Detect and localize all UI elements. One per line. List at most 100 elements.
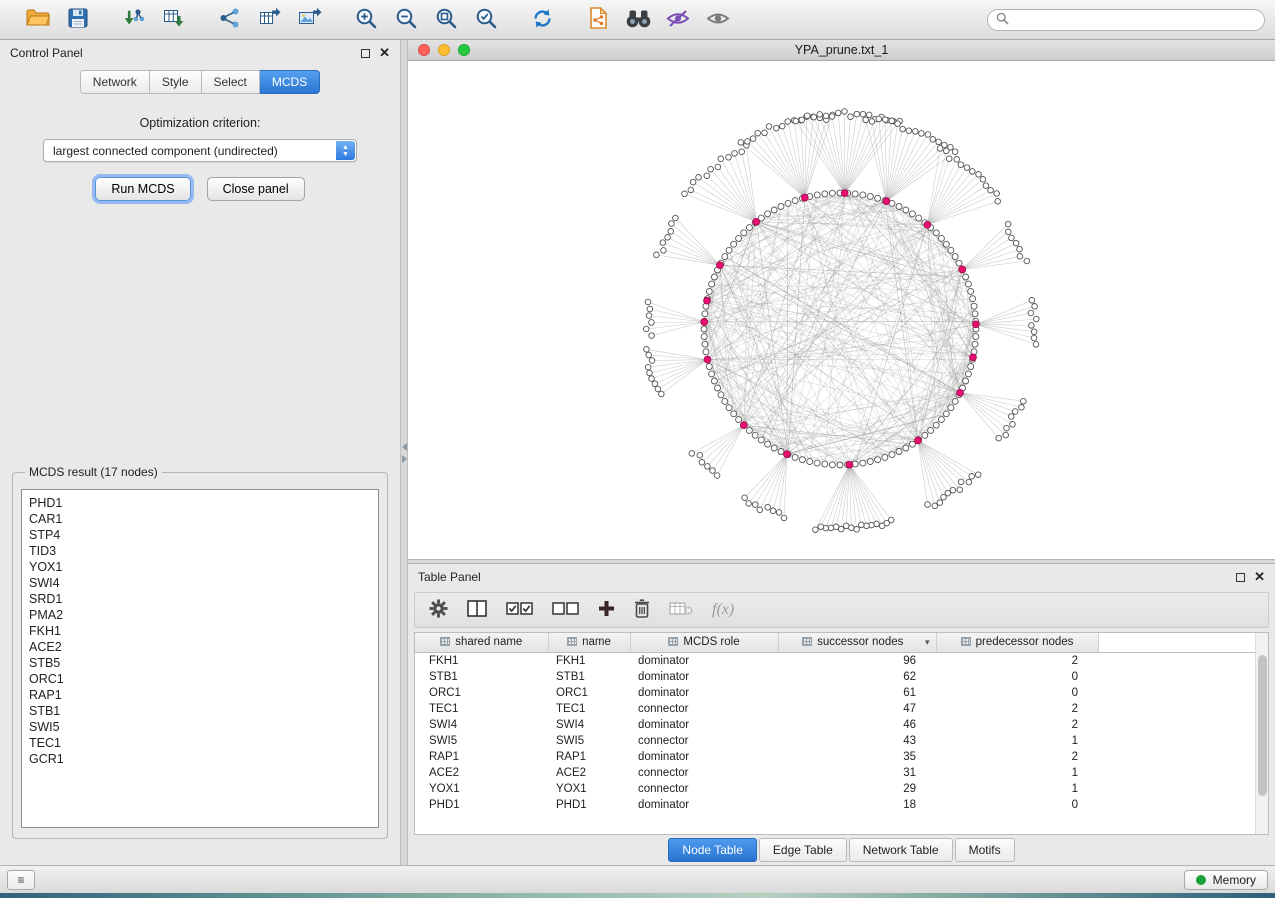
network-window-titlebar[interactable]: YPA_prune.txt_1	[408, 40, 1275, 61]
add-row-button[interactable]	[598, 600, 615, 620]
mcds-result-item[interactable]: RAP1	[29, 687, 371, 703]
column-header-spacer	[1098, 633, 1268, 652]
mcds-result-item[interactable]: SRD1	[29, 591, 371, 607]
open-session-button[interactable]	[22, 5, 54, 35]
run-mcds-button[interactable]: Run MCDS	[95, 177, 190, 201]
table-row[interactable]: RAP1RAP1dominator352	[415, 749, 1268, 765]
hide-graphics-details-button[interactable]	[662, 5, 694, 35]
table-row[interactable]: TEC1TEC1connector472	[415, 701, 1268, 717]
mcds-result-item[interactable]: YOX1	[29, 559, 371, 575]
table-panel-header: Table Panel ✕	[408, 564, 1275, 590]
sort-menu-icon[interactable]: ▾	[925, 637, 930, 648]
table-row[interactable]: FKH1FKH1dominator962	[415, 652, 1268, 669]
network-graph[interactable]	[408, 61, 1275, 559]
table-row[interactable]: YOX1YOX1connector291	[415, 781, 1268, 797]
zoom-fit-button[interactable]	[430, 5, 462, 35]
mcds-result-item[interactable]: STB1	[29, 703, 371, 719]
column-header-predecessor-nodes[interactable]: predecessor nodes	[936, 633, 1098, 652]
collapse-left-icon[interactable]	[402, 443, 407, 451]
apply-function-button[interactable]: f(x)	[712, 601, 734, 619]
table-row[interactable]: PHD1PHD1dominator180	[415, 797, 1268, 813]
zoom-selected-button[interactable]	[470, 5, 502, 35]
table-row[interactable]: ORC1ORC1dominator610	[415, 685, 1268, 701]
memory-button[interactable]: Memory	[1184, 870, 1268, 890]
import-network-button[interactable]	[118, 5, 150, 35]
column-header-name[interactable]: name	[548, 633, 630, 652]
zoom-out-button[interactable]	[390, 5, 422, 35]
binoculars-icon	[625, 9, 652, 31]
mcds-result-item[interactable]: ORC1	[29, 671, 371, 687]
select-all-rows-button[interactable]	[506, 601, 533, 619]
table-panel-title: Table Panel	[418, 570, 481, 584]
share-document-button[interactable]	[582, 5, 614, 35]
column-header-mcds-role[interactable]: MCDS role	[630, 633, 778, 652]
status-menu-button[interactable]: ≡	[7, 870, 35, 890]
tab-network[interactable]: Network	[80, 70, 150, 94]
optimization-criterion-select[interactable]: largest connected component (undirected)…	[43, 139, 357, 162]
application-window: Control Panel ✕ Network Style Select MCD…	[0, 0, 1275, 898]
table-row[interactable]: ACE2ACE2connector311	[415, 765, 1268, 781]
mcds-result-item[interactable]: STB5	[29, 655, 371, 671]
save-session-button[interactable]	[62, 5, 94, 35]
show-graphics-details-button[interactable]	[702, 5, 734, 35]
export-network-button[interactable]	[214, 5, 246, 35]
global-search[interactable]	[987, 9, 1265, 31]
close-panel-icon[interactable]: ✕	[379, 48, 390, 58]
binoculars-button[interactable]	[622, 5, 654, 35]
tab-style[interactable]: Style	[150, 70, 202, 94]
tab-node-table[interactable]: Node Table	[668, 838, 757, 862]
clear-table-button[interactable]	[669, 601, 693, 619]
file-tool-group	[10, 5, 106, 35]
export-image-button[interactable]	[294, 5, 326, 35]
tab-select[interactable]: Select	[202, 70, 260, 94]
desktop-wallpaper-strip	[0, 893, 1275, 898]
deselect-all-rows-button[interactable]	[552, 601, 579, 619]
table-row[interactable]: SWI5SWI5connector431	[415, 733, 1268, 749]
mcds-result-item[interactable]: SWI5	[29, 719, 371, 735]
search-input[interactable]	[1015, 13, 1256, 27]
delete-rows-button[interactable]	[634, 599, 650, 621]
column-header-successor-nodes[interactable]: successor nodes▾	[778, 633, 936, 652]
import-table-button[interactable]	[158, 5, 190, 35]
mcds-result-item[interactable]: TID3	[29, 543, 371, 559]
mcds-result-item[interactable]: FKH1	[29, 623, 371, 639]
checked-boxes-icon	[506, 601, 533, 619]
control-panel-title: Control Panel	[10, 46, 83, 60]
tab-edge-table[interactable]: Edge Table	[759, 838, 847, 862]
mcds-result-item[interactable]: PHD1	[29, 495, 371, 511]
column-type-icon	[802, 637, 812, 646]
table-panel: Table Panel ✕	[408, 564, 1275, 865]
window-minimize-icon[interactable]	[438, 44, 450, 56]
tab-network-table[interactable]: Network Table	[849, 838, 953, 862]
float-table-panel-icon[interactable]	[1236, 573, 1245, 582]
tab-mcds[interactable]: MCDS	[260, 70, 320, 94]
expand-right-icon[interactable]	[402, 455, 407, 463]
mcds-result-list[interactable]: PHD1CAR1STP4TID3YOX1SWI4SRD1PMA2FKH1ACE2…	[21, 489, 379, 828]
window-maximize-icon[interactable]	[458, 44, 470, 56]
mcds-result-item[interactable]: STP4	[29, 527, 371, 543]
network-canvas[interactable]	[408, 61, 1275, 559]
mcds-result-item[interactable]: ACE2	[29, 639, 371, 655]
column-header-shared-name[interactable]: shared name	[415, 633, 548, 652]
mcds-result-item[interactable]: PMA2	[29, 607, 371, 623]
export-table-button[interactable]	[254, 5, 286, 35]
float-panel-icon[interactable]	[361, 49, 370, 58]
share-document-icon	[589, 7, 608, 32]
mcds-result-item[interactable]: TEC1	[29, 735, 371, 751]
vertical-splitter[interactable]	[401, 40, 408, 865]
zoom-in-button[interactable]	[350, 5, 382, 35]
mcds-result-item[interactable]: SWI4	[29, 575, 371, 591]
refresh-view-button[interactable]	[526, 5, 558, 35]
window-close-icon[interactable]	[418, 44, 430, 56]
table-row[interactable]: SWI4SWI4dominator462	[415, 717, 1268, 733]
mcds-result-item[interactable]: CAR1	[29, 511, 371, 527]
table-settings-button[interactable]	[429, 599, 448, 621]
table-scrollbar[interactable]	[1255, 633, 1268, 834]
toggle-columns-button[interactable]	[467, 600, 487, 620]
table-row[interactable]: STB1STB1dominator620	[415, 669, 1268, 685]
close-table-panel-icon[interactable]: ✕	[1254, 572, 1265, 582]
scrollbar-thumb[interactable]	[1258, 655, 1267, 796]
mcds-result-item[interactable]: GCR1	[29, 751, 371, 767]
tab-motifs[interactable]: Motifs	[955, 838, 1015, 862]
close-panel-button[interactable]: Close panel	[207, 177, 305, 201]
